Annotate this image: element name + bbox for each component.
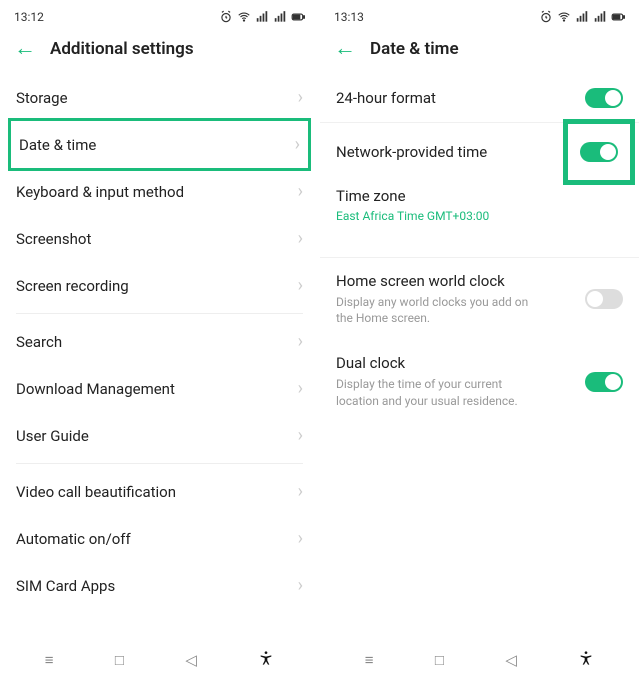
chevron-right-icon: › xyxy=(298,575,303,596)
row-label: 24-hour format xyxy=(336,89,436,107)
divider xyxy=(16,313,303,314)
signal-icon xyxy=(575,10,589,24)
toggle-highlight xyxy=(563,119,635,185)
row-label: Date & time xyxy=(19,136,96,154)
status-time: 13:13 xyxy=(334,10,364,24)
screen-additional-settings: 13:12 ← Additional settings Storage › Da… xyxy=(0,0,320,675)
chevron-right-icon: › xyxy=(298,528,303,549)
settings-list: Storage › Date & time › Keyboard & input… xyxy=(0,74,319,645)
row-network-time[interactable]: Network-provided time xyxy=(320,123,639,181)
accessibility-icon[interactable] xyxy=(578,650,594,671)
chevron-right-icon: › xyxy=(298,481,303,502)
row-sub: Display any world clocks you add on the … xyxy=(336,294,546,326)
header: ← Date & time xyxy=(320,28,639,74)
page-title: Date & time xyxy=(370,39,459,59)
status-icons xyxy=(219,10,305,24)
row-label: Home screen world clock xyxy=(336,272,546,290)
row-storage[interactable]: Storage › xyxy=(0,74,319,121)
chevron-right-icon: › xyxy=(298,425,303,446)
row-label: SIM Card Apps xyxy=(16,577,115,595)
chevron-right-icon: › xyxy=(295,134,300,155)
row-label: Keyboard & input method xyxy=(16,183,184,201)
toggle-world-clock[interactable] xyxy=(585,289,623,309)
row-label: Screen recording xyxy=(16,277,129,295)
status-time: 13:12 xyxy=(14,10,44,24)
row-screen-recording[interactable]: Screen recording › xyxy=(0,262,319,309)
row-user-guide[interactable]: User Guide › xyxy=(0,412,319,459)
row-dual-clock[interactable]: Dual clock Display the time of your curr… xyxy=(320,340,639,422)
chevron-right-icon: › xyxy=(298,181,303,202)
divider xyxy=(16,463,303,464)
chevron-right-icon: › xyxy=(298,331,303,352)
date-time-list: 24-hour format Network-provided time Tim… xyxy=(320,74,639,645)
signal-icon-2 xyxy=(273,10,287,24)
row-label: Search xyxy=(16,333,62,351)
row-search[interactable]: Search › xyxy=(0,318,319,365)
back-icon[interactable]: ← xyxy=(14,38,36,60)
accessibility-icon[interactable] xyxy=(258,650,274,671)
nav-bar: ≡ □ ◁ xyxy=(0,645,319,675)
nav-recent-icon[interactable]: ≡ xyxy=(365,651,374,669)
nav-back-icon[interactable]: ◁ xyxy=(185,651,197,669)
row-24h-format[interactable]: 24-hour format xyxy=(320,74,639,122)
toggle-24h[interactable] xyxy=(585,88,623,108)
row-timezone[interactable]: Time zone East Africa Time GMT+03:00 xyxy=(320,181,639,237)
row-label: Automatic on/off xyxy=(16,530,131,548)
nav-home-icon[interactable]: □ xyxy=(115,651,124,669)
toggle-dual-clock[interactable] xyxy=(585,372,623,392)
nav-back-icon[interactable]: ◁ xyxy=(505,651,517,669)
row-screenshot[interactable]: Screenshot › xyxy=(0,215,319,262)
row-label: Video call beautification xyxy=(16,483,176,501)
nav-home-icon[interactable]: □ xyxy=(435,651,444,669)
row-label: Storage xyxy=(16,89,68,107)
alarm-icon xyxy=(539,10,553,24)
chevron-right-icon: › xyxy=(298,378,303,399)
row-auto-onoff[interactable]: Automatic on/off › xyxy=(0,515,319,562)
status-icons xyxy=(539,10,625,24)
header: ← Additional settings xyxy=(0,28,319,74)
toggle-network-time[interactable] xyxy=(580,142,618,162)
page-title: Additional settings xyxy=(50,39,194,59)
row-sim-apps[interactable]: SIM Card Apps › xyxy=(0,562,319,609)
row-label: Time zone xyxy=(336,187,489,205)
row-sub: Display the time of your current locatio… xyxy=(336,376,546,408)
timezone-value: East Africa Time GMT+03:00 xyxy=(336,209,489,223)
status-bar: 13:12 xyxy=(0,0,319,28)
row-label: Download Management xyxy=(16,380,175,398)
chevron-right-icon: › xyxy=(298,275,303,296)
status-bar: 13:13 xyxy=(320,0,639,28)
alarm-icon xyxy=(219,10,233,24)
row-video-call[interactable]: Video call beautification › xyxy=(0,468,319,515)
wifi-icon xyxy=(557,10,571,24)
row-date-time[interactable]: Date & time › xyxy=(8,118,311,171)
wifi-icon xyxy=(237,10,251,24)
row-keyboard[interactable]: Keyboard & input method › xyxy=(0,168,319,215)
row-label: Dual clock xyxy=(336,354,546,372)
battery-icon xyxy=(291,10,305,24)
nav-bar: ≡ □ ◁ xyxy=(320,645,639,675)
row-label: Network-provided time xyxy=(336,143,487,161)
battery-icon xyxy=(611,10,625,24)
nav-recent-icon[interactable]: ≡ xyxy=(45,651,54,669)
signal-icon-2 xyxy=(593,10,607,24)
row-label: Screenshot xyxy=(16,230,91,248)
row-download[interactable]: Download Management › xyxy=(0,365,319,412)
row-label: User Guide xyxy=(16,427,89,445)
row-world-clock[interactable]: Home screen world clock Display any worl… xyxy=(320,258,639,340)
back-icon[interactable]: ← xyxy=(334,38,356,60)
signal-icon xyxy=(255,10,269,24)
chevron-right-icon: › xyxy=(298,228,303,249)
chevron-right-icon: › xyxy=(298,87,303,108)
screen-date-time: 13:13 ← Date & time 24-hour format Netwo… xyxy=(320,0,639,675)
